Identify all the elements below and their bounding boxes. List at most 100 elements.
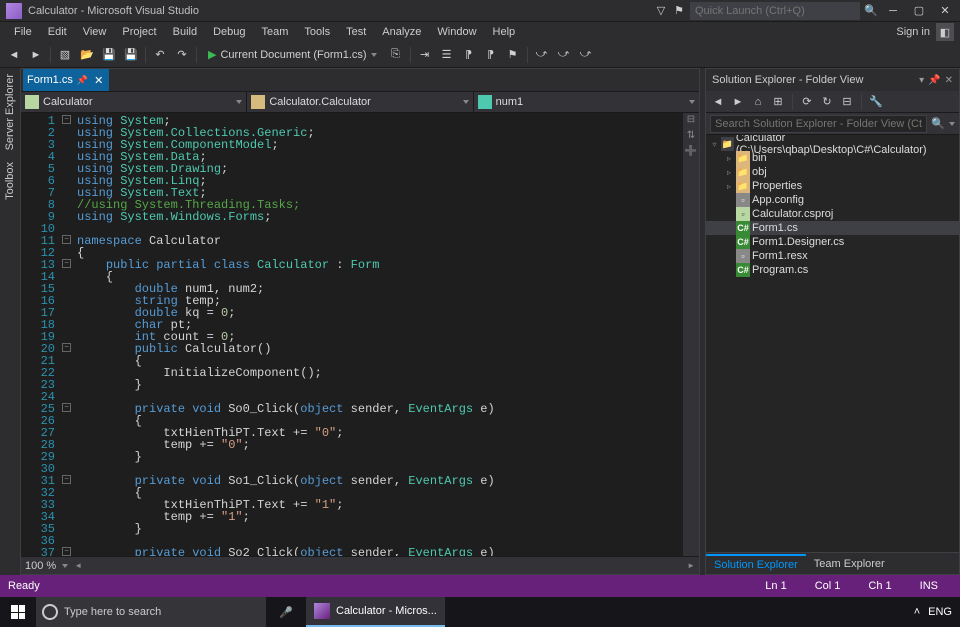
menu-help[interactable]: Help (485, 24, 524, 40)
bookmark-button[interactable]: ⚑ (503, 45, 523, 65)
sign-in-link[interactable]: Sign in (888, 24, 936, 40)
expand-icon[interactable] (724, 265, 734, 275)
filter-icon[interactable]: ▽ (654, 4, 668, 18)
start-debug-button[interactable]: ▶ Current Document (Form1.cs) (201, 45, 384, 65)
uncomment-button[interactable]: ⁋ (481, 45, 501, 65)
code-editor[interactable]: 1234567891011121314151617181920212223242… (21, 113, 699, 556)
split-icon[interactable]: ⊟ (687, 115, 695, 127)
tree-item[interactable]: ▫Calculator.csproj (706, 207, 959, 221)
step-button[interactable]: ⤻ (532, 45, 552, 65)
expand-icon[interactable] (724, 251, 734, 261)
expand-icon[interactable] (724, 209, 734, 219)
tray-lang[interactable]: ENG (928, 606, 952, 618)
tab-team-explorer[interactable]: Team Explorer (806, 555, 893, 573)
fold-toggle[interactable]: − (62, 343, 71, 352)
expand-icon[interactable] (724, 223, 734, 233)
tab-solution-explorer[interactable]: Solution Explorer (706, 554, 806, 574)
fold-toggle[interactable]: − (62, 115, 71, 124)
expand-icon[interactable]: ▹ (724, 167, 734, 177)
tree-item[interactable]: ▫Form1.resx (706, 249, 959, 263)
menu-project[interactable]: Project (114, 24, 164, 40)
start-button[interactable] (0, 597, 36, 627)
menu-team[interactable]: Team (254, 24, 297, 40)
step-button[interactable]: ⤻ (576, 45, 596, 65)
nav-project[interactable]: Calculator (21, 92, 247, 112)
refresh-button[interactable]: ↻ (819, 94, 835, 110)
scroll-right-icon[interactable]: ► (687, 561, 695, 570)
close-tab-icon[interactable]: ✕ (92, 74, 105, 87)
save-button[interactable]: 💾 (99, 45, 119, 65)
solution-tree[interactable]: ▿📁Calculator (C:\Users\qbap\Desktop\C#\C… (706, 135, 959, 552)
maximize-button[interactable]: ▢ (908, 3, 930, 19)
chevron-down-icon[interactable] (62, 564, 68, 568)
expand-icon[interactable]: ▹ (724, 153, 734, 163)
open-file-button[interactable]: 📂 (77, 45, 97, 65)
menu-test[interactable]: Test (338, 24, 374, 40)
menu-tools[interactable]: Tools (296, 24, 338, 40)
tree-item[interactable]: ▫App.config (706, 193, 959, 207)
swap-icon[interactable]: ⇅ (687, 131, 695, 143)
undo-button[interactable]: ↶ (150, 45, 170, 65)
close-pane-icon[interactable]: ✕ (945, 75, 953, 86)
zoom-level[interactable]: 100 % (25, 560, 56, 572)
chevron-down-icon[interactable] (949, 122, 955, 126)
config-button[interactable]: ☰ (437, 45, 457, 65)
menu-file[interactable]: File (6, 24, 40, 40)
sync-button[interactable]: ⟳ (799, 94, 815, 110)
autohide-icon[interactable]: 📌 (928, 75, 940, 86)
close-button[interactable]: ✕ (934, 3, 956, 19)
plus-icon[interactable]: ➕ (685, 147, 697, 159)
doc-tab-form1[interactable]: Form1.cs 📌 ✕ (23, 69, 109, 91)
fold-toggle[interactable]: − (62, 403, 71, 412)
tray-chevron-icon[interactable]: ˄ (914, 606, 920, 618)
code-content[interactable]: using System;using System.Collections.Ge… (73, 113, 683, 556)
expand-icon[interactable] (724, 195, 734, 205)
tree-item[interactable]: C#Program.cs (706, 263, 959, 277)
fold-toggle[interactable]: − (62, 475, 71, 484)
quick-launch-input[interactable] (690, 2, 860, 20)
tree-item[interactable]: ▿📁Calculator (C:\Users\qbap\Desktop\C#\C… (706, 137, 959, 151)
find-button[interactable]: ⇥ (415, 45, 435, 65)
redo-button[interactable]: ↷ (172, 45, 192, 65)
sln-folder-view-button[interactable]: ⊞ (770, 94, 786, 110)
new-project-button[interactable]: ▧ (55, 45, 75, 65)
collapse-button[interactable]: ⊟ (839, 94, 855, 110)
fold-toggle[interactable]: − (62, 547, 71, 556)
mic-icon[interactable]: 🎤 (266, 597, 306, 627)
fold-toggle[interactable]: − (62, 235, 71, 244)
save-all-button[interactable]: 💾 (121, 45, 141, 65)
server-explorer-tab[interactable]: Server Explorer (2, 68, 18, 156)
comment-button[interactable]: ⁋ (459, 45, 479, 65)
minimize-button[interactable]: ─ (882, 3, 904, 19)
tree-item[interactable]: ▹📁obj (706, 165, 959, 179)
properties-button[interactable]: 🔧 (868, 94, 884, 110)
home-button[interactable]: ⌂ (750, 94, 766, 110)
user-badge-icon[interactable]: ◧ (936, 23, 954, 41)
taskbar-app-vs[interactable]: Calculator - Micros... (306, 597, 445, 627)
scroll-left-icon[interactable]: ◄ (74, 561, 82, 570)
expand-icon[interactable]: ▿ (710, 139, 719, 149)
quick-launch-search-icon[interactable]: 🔍 (864, 4, 878, 18)
toolbox-tab[interactable]: Toolbox (2, 156, 18, 206)
back-button[interactable]: ◄ (710, 94, 726, 110)
tree-item[interactable]: ▹📁Properties (706, 179, 959, 193)
nav-fwd-button[interactable]: ► (26, 45, 46, 65)
menu-window[interactable]: Window (429, 24, 484, 40)
solution-search-input[interactable] (710, 115, 927, 133)
menu-analyze[interactable]: Analyze (374, 24, 429, 40)
window-menu-icon[interactable]: ▾ (919, 75, 924, 86)
attach-button[interactable]: ⎘ (386, 45, 406, 65)
nav-member[interactable]: num1 (474, 92, 699, 112)
nav-class[interactable]: Calculator.Calculator (247, 92, 473, 112)
nav-back-button[interactable]: ◄ (4, 45, 24, 65)
tree-item[interactable]: C#Form1.cs (706, 221, 959, 235)
expand-icon[interactable]: ▹ (724, 181, 734, 191)
taskbar-search[interactable]: Type here to search (36, 597, 266, 627)
fold-toggle[interactable]: − (62, 259, 71, 268)
notifications-icon[interactable]: ⚑ (672, 4, 686, 18)
fwd-button[interactable]: ► (730, 94, 746, 110)
expand-icon[interactable] (724, 237, 734, 247)
tree-item[interactable]: C#Form1.Designer.cs (706, 235, 959, 249)
menu-edit[interactable]: Edit (40, 24, 75, 40)
menu-view[interactable]: View (75, 24, 115, 40)
